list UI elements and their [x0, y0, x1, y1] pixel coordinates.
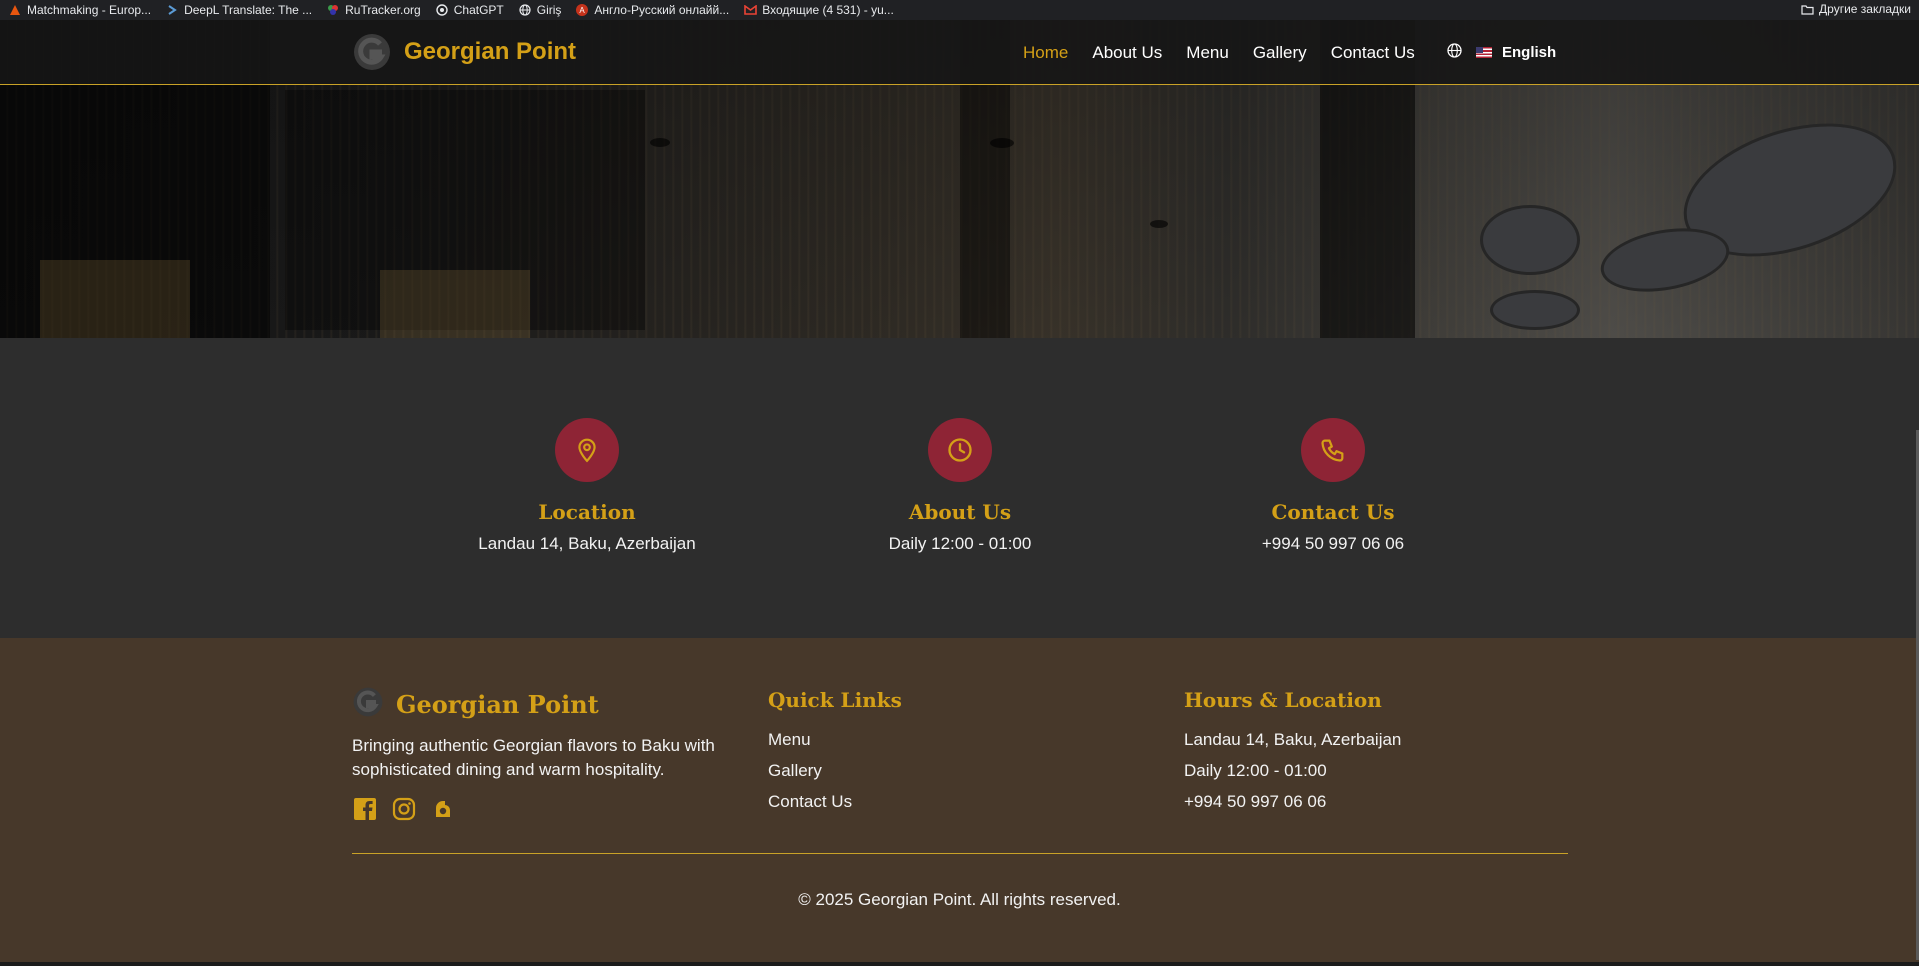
logo-icon: [352, 32, 392, 72]
info-card-hours: About Us Daily 12:00 - 01:00: [810, 418, 1110, 554]
main-navbar: Georgian Point Home About Us Menu Galler…: [0, 20, 1919, 85]
deepl-icon: [165, 3, 179, 17]
bookmark-deepl[interactable]: DeepL Translate: The ...: [165, 3, 312, 17]
bookmark-rutracker[interactable]: RuTracker.org: [326, 3, 421, 17]
nav-menu: Home About Us Menu Gallery Contact Us: [1023, 20, 1415, 85]
language-label: English: [1502, 44, 1557, 61]
bottom-strip: [0, 962, 1919, 966]
footer-divider: [352, 853, 1568, 854]
bookmark-matchmaking[interactable]: Matchmaking - Europ...: [8, 3, 151, 17]
footer-brand-name: Georgian Point: [396, 690, 599, 719]
hours-location-title: Hours & Location: [1184, 688, 1382, 712]
info-text: Landau 14, Baku, Azerbaijan: [478, 534, 696, 553]
bookmark-gmail[interactable]: Входящие (4 531) - yu...: [743, 3, 894, 17]
nav-contact-us[interactable]: Contact Us: [1331, 43, 1415, 63]
map-pin-icon: [555, 418, 619, 482]
logo-icon: [352, 686, 384, 723]
gmail-icon: [743, 3, 757, 17]
nav-gallery[interactable]: Gallery: [1253, 43, 1307, 63]
info-section: Location Landau 14, Baku, Azerbaijan Abo…: [0, 338, 1919, 638]
nav-about-us[interactable]: About Us: [1092, 43, 1162, 63]
other-bookmarks[interactable]: Другие закладки: [1800, 2, 1911, 16]
info-text: +994 50 997 06 06: [1261, 534, 1405, 553]
clock-icon: [928, 418, 992, 482]
brand-link[interactable]: Georgian Point: [352, 32, 576, 72]
footer-brand: Georgian Point: [352, 686, 599, 723]
translate-icon: A: [575, 3, 589, 17]
footer-description: Bringing authentic Georgian flavors to B…: [352, 736, 715, 779]
quick-links-title: Quick Links: [768, 688, 902, 712]
footer-link-contact[interactable]: Contact Us: [768, 792, 902, 812]
hours-location-column: Hours & Location Landau 14, Baku, Azerba…: [1184, 688, 1401, 823]
bookmark-translate[interactable]: A Англо-Русский онлайй...: [575, 3, 729, 17]
instagram-icon[interactable]: [391, 796, 416, 821]
info-card-location: Location Landau 14, Baku, Azerbaijan: [437, 418, 737, 554]
phone-icon: [1301, 418, 1365, 482]
footer-link-menu[interactable]: Menu: [768, 730, 902, 750]
info-title: Location: [538, 500, 636, 524]
bookmark-giris[interactable]: Giriş: [518, 3, 561, 17]
facebook-icon[interactable]: [352, 796, 377, 821]
footer-link-gallery[interactable]: Gallery: [768, 761, 902, 781]
brand-name: Georgian Point: [404, 38, 577, 65]
language-switcher[interactable]: English: [1447, 20, 1556, 85]
footer-hours: Daily 12:00 - 01:00: [1184, 761, 1327, 780]
bookmark-chatgpt[interactable]: ChatGPT: [435, 3, 504, 17]
social-links: [352, 796, 455, 821]
orange-flame-icon: [8, 3, 22, 17]
bookmarks-bar: Matchmaking - Europ... DeepL Translate: …: [0, 0, 1919, 20]
footer-address: Landau 14, Baku, Azerbaijan: [1184, 730, 1402, 749]
svg-text:A: A: [580, 6, 586, 15]
us-flag-icon: [1476, 47, 1492, 58]
info-title: Contact Us: [1271, 500, 1395, 524]
copyright: © 2025 Georgian Point. All rights reserv…: [798, 890, 1121, 909]
chatgpt-icon: [435, 3, 449, 17]
quick-links-column: Quick Links Menu Gallery Contact Us: [768, 688, 902, 823]
info-text: Daily 12:00 - 01:00: [888, 534, 1032, 553]
nav-home[interactable]: Home: [1023, 43, 1068, 63]
info-card-contact: Contact Us +994 50 997 06 06: [1183, 418, 1483, 554]
globe-icon: [1447, 43, 1462, 62]
rutracker-icon: [326, 3, 340, 17]
footer-phone: +994 50 997 06 06: [1184, 792, 1327, 811]
globe-icon: [518, 3, 532, 17]
site-footer: Georgian Point Bringing authentic Georgi…: [0, 638, 1919, 962]
info-title: About Us: [908, 500, 1012, 524]
wolt-icon[interactable]: [430, 796, 455, 821]
folder-icon: [1800, 2, 1814, 16]
nav-menu-link[interactable]: Menu: [1186, 43, 1229, 63]
